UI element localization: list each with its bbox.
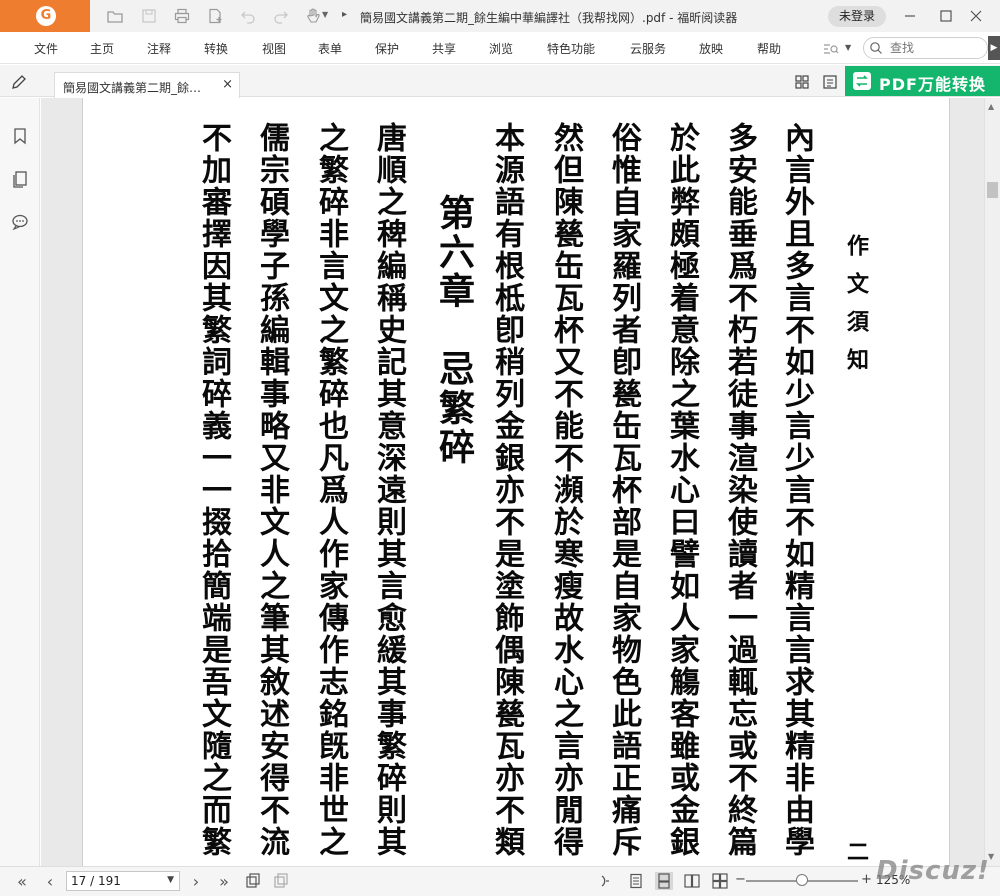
comments-icon[interactable] [10,212,30,232]
facing-icon[interactable] [683,872,701,890]
document-viewport[interactable]: 作文須知 二 內言外且多言不如少言少言不如精言言求其精非由學 多安能垂爲不朽若徒… [41,98,984,866]
menu-convert[interactable]: 转换 [204,40,228,57]
maximize-icon[interactable] [936,6,956,26]
tab-document[interactable]: 簡易國文講義第二期_餘生編中華編譯社（我帮找网）.pdf × [54,72,240,98]
single-page-icon[interactable] [627,872,645,890]
page-number-fragment: 二 [843,840,869,862]
scrollbar-thumb[interactable] [987,182,998,198]
menu-help[interactable]: 帮助 [757,40,781,57]
menu-home[interactable]: 主页 [90,40,114,57]
save-icon[interactable] [140,7,158,25]
menu-protect[interactable]: 保护 [375,40,399,57]
pages-icon[interactable] [10,169,30,189]
tab-close-icon[interactable]: × [222,77,233,92]
running-title: 作文須知 [843,234,869,386]
search-input[interactable] [890,40,980,56]
chapter-heading: 第六章 忌繁碎 [433,194,475,467]
search-options-dropdown-icon[interactable]: ▼ [845,43,851,52]
menu-file[interactable]: 文件 [34,40,58,57]
title-bar: G ▼ ▸ 簡易國文講義第二期_餘生編中華編譯社（我帮找网）.pdf - 福昕阅… [0,0,1000,32]
last-page-icon[interactable]: » [214,872,234,892]
page-dropdown-icon[interactable]: ▼ [167,875,174,885]
pdf-convert-button[interactable]: PDF万能转换 [845,66,1000,96]
menu-view[interactable]: 视图 [262,40,286,57]
facing-continuous-icon[interactable] [711,872,729,890]
text-column-6: 本源語有根柢卽稍列金銀亦不是塗飾偶陳甆瓦亦不類 [489,122,524,858]
copy-page-icon[interactable] [244,872,262,890]
pdf-convert-label: PDF万能转换 [879,75,986,94]
bookmark-icon[interactable] [10,126,30,146]
app-window: G ▼ ▸ 簡易國文講義第二期_餘生編中華編譯社（我帮找网）.pdf - 福昕阅… [0,0,1000,896]
minimize-icon[interactable] [900,6,920,26]
prev-page-icon[interactable]: ‹ [40,872,60,892]
tab-document-label: 簡易國文講義第二期_餘生編中華編譯社（我帮找网）.pdf [63,81,213,95]
search-box[interactable] [863,37,988,59]
text-column-4: 俗惟自家羅列者卽甆缶瓦杯部是自家物色此語正痛斥 [606,122,641,858]
ribbon-scroll-right-icon[interactable]: ▶ [988,36,1000,60]
scroll-up-icon[interactable]: ▲ [988,102,994,111]
left-sidebar [0,98,40,866]
menu-annotate[interactable]: 注释 [147,40,171,57]
title-caret-icon: ▸ [342,9,348,20]
menu-features[interactable]: 特色功能 [547,40,595,57]
grid-view-icon[interactable] [793,73,811,91]
document-list-icon[interactable] [821,73,839,91]
menu-bar: 文件 主页 注释 转换 视图 表单 保护 共享 浏览 特色功能 云服务 放映 帮… [0,32,1000,64]
page-number-field[interactable]: 17 / 191 ▼ [66,871,180,891]
fit-page-icon[interactable] [272,872,290,890]
first-page-icon[interactable]: « [12,872,32,892]
close-icon[interactable] [966,6,986,26]
text-column-2: 多安能垂爲不朽若徒事渲染使讀者一過輒忘或不終篇 [722,122,757,858]
hand-tool-icon[interactable] [304,7,322,25]
reading-mode-icon[interactable] [598,872,616,890]
text-column-3: 於此弊頗極着意除之葉水心曰譬如人家觴客雖或金銀 [664,122,699,858]
undo-icon[interactable] [239,7,257,25]
search-options-icon[interactable] [822,40,840,58]
foxit-logo-icon: G [36,6,56,26]
text-column-1: 內言外且多言不如少言少言不如精言言求其精非由學 [779,122,814,858]
convert-icon [853,72,871,90]
zoom-slider-handle[interactable] [796,874,808,886]
app-logo[interactable]: G [0,0,90,32]
text-column-5: 然但陳甆缶瓦杯又不能不瀕於寒瘦故水心之言亦閒得 [548,122,583,858]
discuz-watermark: Discuz! [876,856,990,886]
window-title: 簡易國文講義第二期_餘生編中華編譯社（我帮找网）.pdf - 福昕阅读器 [360,11,738,25]
menu-cloud[interactable]: 云服务 [630,40,666,57]
text-column-7: 唐順之稗編稱史記其意深遠則其言愈緩其事繁碎則其 [371,122,406,858]
open-folder-icon[interactable] [106,7,124,25]
text-column-9: 儒宗碩學子孫編輯事略又非文人之筆其敘述安得不流 [254,122,289,858]
print-icon[interactable] [173,7,191,25]
search-icon [870,42,882,54]
text-column-8: 之繁碎非言文之繁碎也凡爲人作家傳作志銘旣非世之 [313,122,348,858]
next-page-icon[interactable]: › [186,872,206,892]
menu-share[interactable]: 共享 [432,40,456,57]
vertical-scrollbar[interactable]: ▲ ▼ [984,98,1000,866]
zoom-in-button[interactable]: + [861,872,872,887]
text-column-10: 不加審擇因其繁詞碎義一一掇拾簡端是吾文隨之而繁 [196,122,231,858]
zoom-out-button[interactable]: − [735,872,746,887]
login-button[interactable]: 未登录 [828,6,886,27]
continuous-icon[interactable] [655,872,673,890]
page-indicator: 17 / 191 [71,874,121,888]
menu-browse[interactable]: 浏览 [489,40,513,57]
edit-pen-icon[interactable] [10,73,28,91]
redo-icon[interactable] [272,7,290,25]
pdf-page: 作文須知 二 內言外且多言不如少言少言不如精言言求其精非由學 多安能垂爲不朽若徒… [82,98,950,866]
new-page-icon[interactable] [206,7,224,25]
menu-slideshow[interactable]: 放映 [699,40,723,57]
menu-form[interactable]: 表单 [318,40,342,57]
hand-tool-dropdown-icon[interactable]: ▼ [322,10,330,19]
